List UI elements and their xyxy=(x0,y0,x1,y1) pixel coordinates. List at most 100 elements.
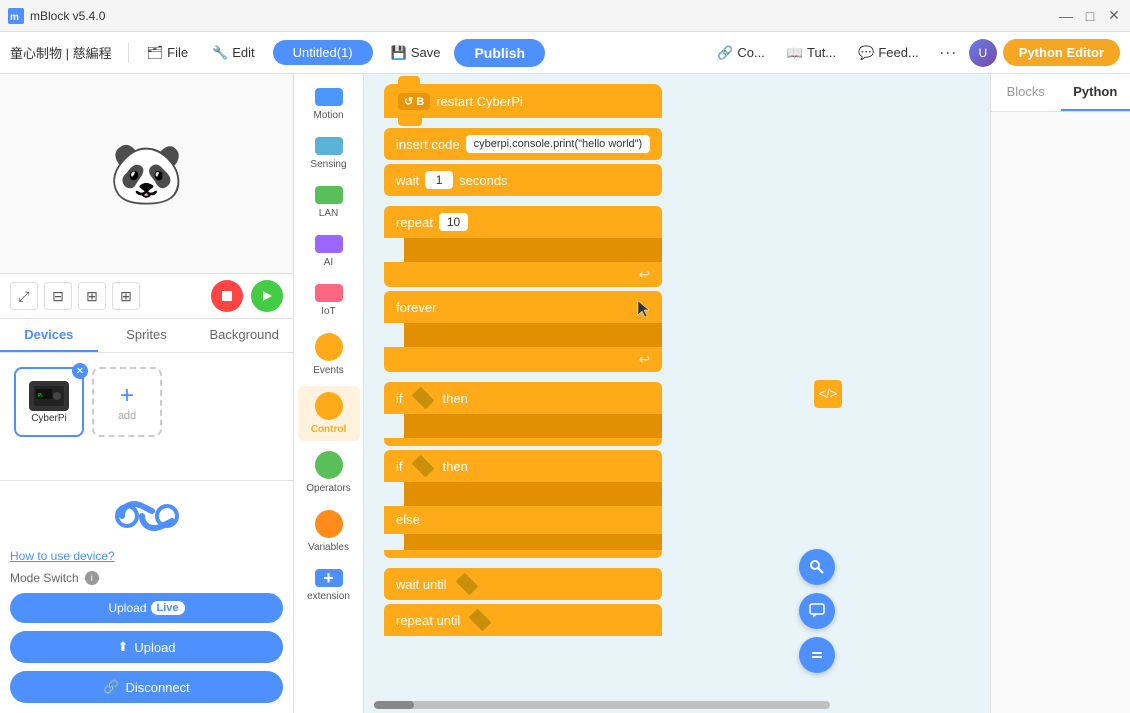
project-name[interactable]: Untitled(1) xyxy=(273,40,373,65)
save-button[interactable]: 💾 Save xyxy=(381,41,451,65)
disconnect-button[interactable]: 🔗 Disconnect xyxy=(10,671,283,703)
extension-label: extension xyxy=(307,591,350,602)
shrink-button[interactable]: ⊟ xyxy=(44,282,72,310)
chat-fab[interactable] xyxy=(799,593,835,629)
forever-inner xyxy=(404,323,662,347)
wait-block[interactable]: wait 1 seconds xyxy=(384,164,662,196)
cyberpi-device[interactable]: ✕ Pi CyberPi xyxy=(14,367,84,437)
connect-icon: 🔗 xyxy=(717,45,733,61)
repeat-block-header[interactable]: repeat 10 xyxy=(384,206,662,238)
equals-fab[interactable] xyxy=(799,637,835,673)
tab-python[interactable]: Python xyxy=(1061,74,1130,111)
grid-button[interactable]: ⊞ xyxy=(112,282,140,310)
upload-full-label: Upload xyxy=(134,640,175,655)
forever-block-header[interactable]: forever xyxy=(384,291,662,323)
motion-icon xyxy=(315,88,343,106)
repeat-block-wrapper: repeat 10 ↩ xyxy=(384,206,662,287)
sensing-icon xyxy=(315,137,343,155)
iot-icon xyxy=(315,284,343,302)
connect-menu[interactable]: 🔗 Co... xyxy=(709,41,773,65)
if-then-block-header[interactable]: if then xyxy=(384,382,662,414)
fullscreen-button[interactable]: ⤢ xyxy=(10,282,38,310)
category-sensing[interactable]: Sensing xyxy=(298,131,360,176)
category-motion[interactable]: Motion xyxy=(298,82,360,127)
category-control[interactable]: Control xyxy=(298,386,360,441)
tab-devices[interactable]: Devices xyxy=(0,319,98,352)
lan-icon xyxy=(315,186,343,204)
app-logo: m xyxy=(8,8,24,24)
repeat-until-block-header[interactable]: repeat until xyxy=(384,604,662,636)
panda-sprite: 🐼 xyxy=(109,138,184,209)
if-else-inner xyxy=(404,534,662,550)
search-fab[interactable] xyxy=(799,549,835,585)
insert-code-block[interactable]: insert code cyberpi.console.print("hello… xyxy=(384,128,662,160)
control-icon xyxy=(315,392,343,420)
control-label: Control xyxy=(311,424,347,435)
add-device-button[interactable]: + add xyxy=(92,367,162,437)
tab-blocks[interactable]: Blocks xyxy=(991,74,1061,111)
avatar[interactable]: U xyxy=(969,39,997,67)
stop-button[interactable] xyxy=(211,280,243,312)
restart-block[interactable]: ↺ B restart CyberPi xyxy=(384,84,662,118)
if-else-then-label: then xyxy=(443,459,468,474)
if-diamond xyxy=(411,387,434,410)
publish-button[interactable]: Publish xyxy=(454,39,545,67)
feedback-menu[interactable]: 💬 Feed... xyxy=(850,41,927,65)
category-extension[interactable]: + extension xyxy=(298,563,360,608)
upload-full-button[interactable]: ⬆ Upload xyxy=(10,631,283,663)
brand-label: 童心制物 | 慈編程 xyxy=(10,43,112,62)
scrollbar-thumb[interactable] xyxy=(374,701,414,709)
blocks-sidebar: Motion Sensing LAN AI IoT Events Control xyxy=(294,74,364,713)
wait-until-block[interactable]: wait until xyxy=(384,568,662,600)
sensing-label: Sensing xyxy=(310,159,346,170)
maximize-button[interactable]: □ xyxy=(1082,8,1098,24)
device-name: CyberPi xyxy=(31,413,67,424)
code-input[interactable]: cyberpi.console.print("hello world") xyxy=(466,135,651,153)
run-button[interactable] xyxy=(251,280,283,312)
wait-block-wrapper: wait 1 seconds xyxy=(384,164,662,196)
forever-label: forever xyxy=(396,300,436,315)
expand-button[interactable]: ⊞ xyxy=(78,282,106,310)
upload-button[interactable]: Upload Live xyxy=(10,593,283,623)
close-button[interactable]: ✕ xyxy=(1106,8,1122,24)
mode-switch-info-icon[interactable]: i xyxy=(85,571,99,585)
tab-sprites[interactable]: Sprites xyxy=(98,319,196,352)
tab-background[interactable]: Background xyxy=(195,319,293,352)
insert-code-label: insert code xyxy=(396,137,460,152)
python-editor-button[interactable]: Python Editor xyxy=(1003,39,1120,66)
category-iot[interactable]: IoT xyxy=(298,278,360,323)
restart-block-wrapper: ↺ B restart CyberPi xyxy=(384,84,662,118)
horizontal-scrollbar[interactable] xyxy=(374,701,830,709)
wait-until-label: wait until xyxy=(396,577,447,592)
svg-text:Pi: Pi xyxy=(38,393,42,399)
how-to-use-link[interactable]: How to use device? xyxy=(10,549,283,563)
title-bar-controls[interactable]: — □ ✕ xyxy=(1058,8,1122,24)
operators-icon xyxy=(315,451,343,479)
fab-group xyxy=(799,549,835,673)
category-operators[interactable]: Operators xyxy=(298,445,360,500)
code-expander-button[interactable]: </> xyxy=(814,380,842,408)
category-ai[interactable]: AI xyxy=(298,229,360,274)
menu-bar: 童心制物 | 慈編程 🗂 File 🔧 Edit Untitled(1) 💾 S… xyxy=(0,32,1130,74)
category-events[interactable]: Events xyxy=(298,327,360,382)
repeat-value[interactable]: 10 xyxy=(439,213,468,231)
more-menu[interactable]: ··· xyxy=(933,38,963,67)
if-label: if xyxy=(396,391,403,406)
wait-value[interactable]: 1 xyxy=(425,171,453,189)
code-canvas[interactable]: ↺ B restart CyberPi insert code cyberpi.… xyxy=(364,74,990,713)
if-else-block-header[interactable]: if then xyxy=(384,450,662,482)
file-menu[interactable]: 🗂 File xyxy=(137,41,198,65)
category-variables[interactable]: Variables xyxy=(298,504,360,559)
forever-block-wrapper: forever ↩ xyxy=(384,291,662,372)
if-footer xyxy=(384,438,662,446)
edit-menu[interactable]: 🔧 Edit xyxy=(202,41,265,65)
device-close-button[interactable]: ✕ xyxy=(72,363,88,379)
avatar-image: U xyxy=(969,39,997,67)
insert-code-block-wrapper: insert code cyberpi.console.print("hello… xyxy=(384,128,662,160)
tutorials-menu[interactable]: 📖 Tut... xyxy=(779,41,844,65)
category-lan[interactable]: LAN xyxy=(298,180,360,225)
minimize-button[interactable]: — xyxy=(1058,8,1074,24)
cursor-icon xyxy=(632,299,652,324)
tutorials-icon: 📖 xyxy=(787,45,803,61)
repeat-inner xyxy=(404,238,662,262)
